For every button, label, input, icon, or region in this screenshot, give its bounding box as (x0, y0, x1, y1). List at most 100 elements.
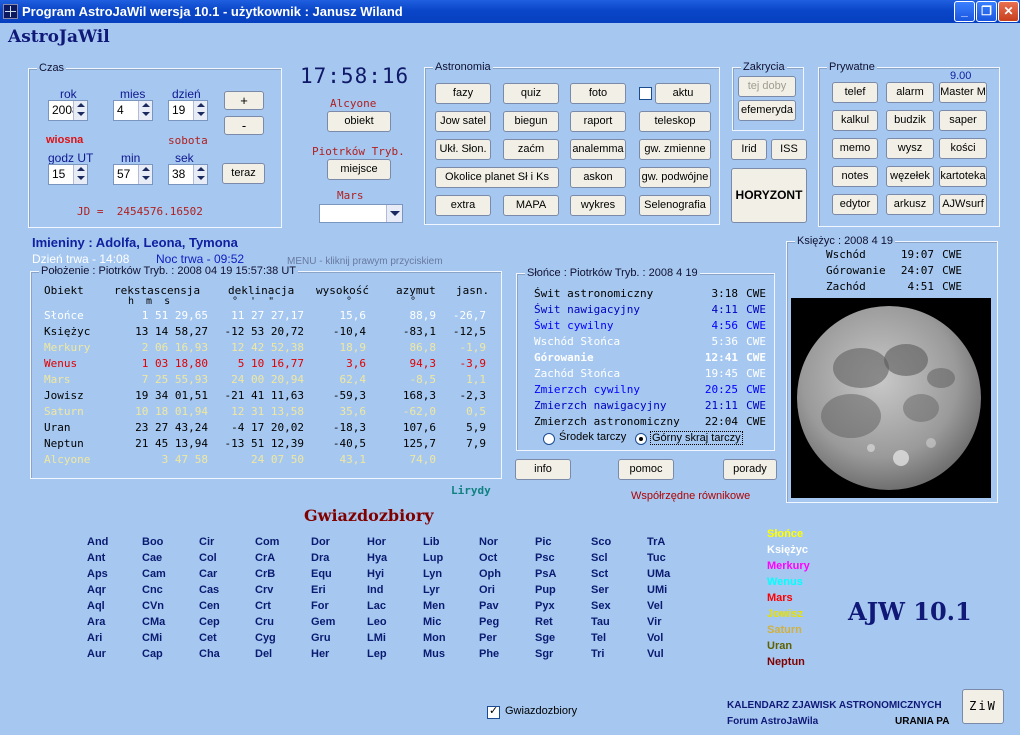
chevron-down-icon[interactable] (386, 205, 402, 222)
constellation-link[interactable]: Psc (535, 552, 555, 564)
constellation-link[interactable]: Dra (311, 552, 329, 564)
analemma-button[interactable]: analemma (570, 139, 626, 160)
biegun-button[interactable]: biegun (503, 111, 559, 132)
constellation-link[interactable]: Lyr (423, 584, 440, 596)
maximize-button[interactable]: ❐ (976, 1, 997, 22)
constellation-link[interactable]: PsA (535, 568, 556, 580)
planet-select[interactable] (319, 204, 403, 223)
constellation-link[interactable]: LMi (367, 632, 386, 644)
constellation-link[interactable]: Ser (591, 584, 609, 596)
spin-arrows-icon[interactable] (73, 165, 87, 184)
constellation-link[interactable]: Mus (423, 648, 445, 660)
constellation-link[interactable]: Tri (591, 648, 604, 660)
constellation-link[interactable]: Vel (647, 600, 663, 612)
constellation-link[interactable]: CMa (142, 616, 165, 628)
telef-button[interactable]: telef (832, 82, 878, 103)
constellation-link[interactable]: Vir (647, 616, 661, 628)
alarm-button[interactable]: alarm (886, 82, 934, 103)
constellation-link[interactable]: Pup (535, 584, 556, 596)
constellation-link[interactable]: Nor (479, 536, 498, 548)
constellation-link[interactable]: Lac (367, 600, 386, 612)
spin-arrows-icon[interactable] (193, 165, 207, 184)
info-button[interactable]: info (515, 459, 571, 480)
constellation-link[interactable]: Crt (255, 600, 271, 612)
close-button[interactable]: ✕ (998, 1, 1019, 22)
constellation-link[interactable]: Sct (591, 568, 608, 580)
kalendarz-link[interactable]: KALENDARZ ZJAWISK ASTRONOMICZNYCH (727, 700, 942, 711)
gw-podwojne-button[interactable]: gw. podwójne (639, 167, 711, 188)
constellation-link[interactable]: Sex (591, 600, 611, 612)
constellation-link[interactable]: CVn (142, 600, 164, 612)
minus-button[interactable]: - (224, 116, 264, 135)
constellation-link[interactable]: Hyi (367, 568, 384, 580)
raport-button[interactable]: raport (570, 111, 626, 132)
foto-button[interactable]: foto (570, 83, 626, 104)
wykres-button[interactable]: wykres (570, 195, 626, 216)
miejsce-button[interactable]: miejsce (327, 159, 391, 180)
irid-button[interactable]: Irid (731, 139, 767, 160)
constellation-link[interactable]: Cen (199, 600, 220, 612)
constellation-link[interactable]: Per (479, 632, 497, 644)
app-icon[interactable] (3, 4, 18, 19)
constellation-link[interactable]: Mic (423, 616, 441, 628)
constellation-link[interactable]: Ret (535, 616, 553, 628)
edytor-button[interactable]: edytor (832, 194, 878, 215)
constellation-link[interactable]: Mon (423, 632, 446, 644)
spin-arrows-icon[interactable] (138, 101, 152, 120)
constellation-link[interactable]: Her (311, 648, 329, 660)
rok-spinner[interactable]: 2008 (48, 100, 88, 121)
minimize-button[interactable]: _ (954, 1, 975, 22)
constellation-link[interactable]: Boo (142, 536, 163, 548)
constellation-link[interactable]: Tel (591, 632, 606, 644)
constellation-link[interactable]: Aps (87, 568, 108, 580)
constellation-link[interactable]: Car (199, 568, 217, 580)
jow-satel-button[interactable]: Jow satel (435, 111, 491, 132)
constellation-link[interactable]: Peg (479, 616, 499, 628)
constellation-link[interactable]: Cir (199, 536, 214, 548)
constellation-link[interactable]: Cet (199, 632, 217, 644)
constellation-link[interactable]: TrA (647, 536, 665, 548)
constellation-link[interactable]: Oct (479, 552, 497, 564)
constellation-link[interactable]: Hor (367, 536, 386, 548)
constellation-link[interactable]: Ara (87, 616, 105, 628)
constellation-link[interactable]: Pyx (535, 600, 555, 612)
teraz-button[interactable]: teraz (222, 163, 265, 184)
master-m-button[interactable]: Master M (939, 82, 987, 103)
wezelek-button[interactable]: węzełek (886, 166, 934, 187)
constellation-link[interactable]: Cyg (255, 632, 276, 644)
constellation-link[interactable]: UMa (647, 568, 670, 580)
pomoc-button[interactable]: pomoc (618, 459, 674, 480)
memo-button[interactable]: memo (832, 138, 878, 159)
constellation-link[interactable]: CrB (255, 568, 275, 580)
kosci-button[interactable]: kości (939, 138, 987, 159)
tej-doby-button[interactable]: tej doby (738, 76, 796, 97)
constellation-link[interactable]: Men (423, 600, 445, 612)
spin-arrows-icon[interactable] (73, 101, 87, 120)
constellation-link[interactable]: Pav (479, 600, 499, 612)
obiekt-button[interactable]: obiekt (327, 111, 391, 132)
constellation-link[interactable]: Cap (142, 648, 163, 660)
constellation-link[interactable]: Del (255, 648, 272, 660)
constellation-link[interactable]: Pic (535, 536, 552, 548)
constellation-link[interactable]: Phe (479, 648, 499, 660)
porady-button[interactable]: porady (723, 459, 777, 480)
aktu-checkbox[interactable] (639, 87, 652, 100)
spin-arrows-icon[interactable] (138, 165, 152, 184)
ajwsurf-button[interactable]: AJWsurf (939, 194, 987, 215)
constellation-link[interactable]: Aql (87, 600, 105, 612)
mies-spinner[interactable]: 4 (113, 100, 153, 121)
gw-zmienne-button[interactable]: gw. zmienne (639, 139, 711, 160)
selenografia-button[interactable]: Selenografia (639, 195, 711, 216)
extra-button[interactable]: extra (435, 195, 491, 216)
constellation-link[interactable]: Sgr (535, 648, 553, 660)
constellation-link[interactable]: Lup (423, 552, 443, 564)
constellation-link[interactable]: Gem (311, 616, 335, 628)
constellation-link[interactable]: Sco (591, 536, 611, 548)
godz-spinner[interactable]: 15 (48, 164, 88, 185)
saper-button[interactable]: saper (939, 110, 987, 131)
gwiazdozbiory-checkbox[interactable]: ✓ (487, 704, 500, 719)
constellation-link[interactable]: Vol (647, 632, 663, 644)
sek-spinner[interactable]: 38 (168, 164, 208, 185)
forum-link[interactable]: Forum AstroJaWila (727, 716, 818, 727)
constellation-link[interactable]: Ori (479, 584, 495, 596)
